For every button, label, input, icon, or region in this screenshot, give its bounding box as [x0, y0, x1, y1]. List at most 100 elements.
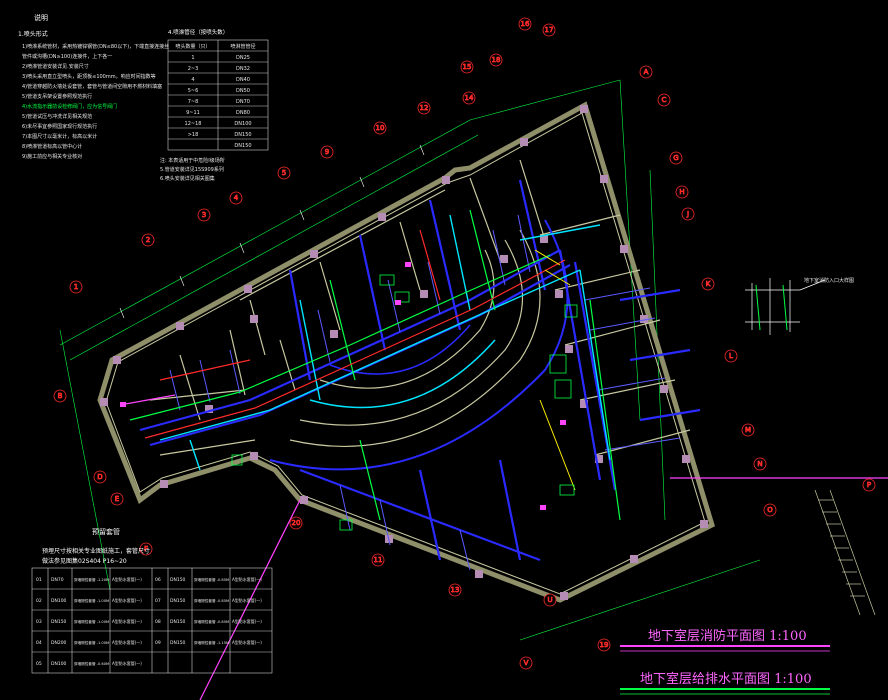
sleeve-r3-no: 03: [36, 619, 42, 625]
sleeve-r4-no2: 09: [155, 640, 161, 646]
note-line-4: 3)喷头采用直立型喷头，距顶板≤100mm，响应时间指数等: [22, 73, 156, 80]
sleeve-r2-dn: DN100: [51, 598, 67, 604]
axis-bubble-5: 5: [277, 166, 291, 180]
axis-bubble-L: L: [724, 349, 738, 363]
axis-bubble-K: K: [701, 277, 715, 291]
pipe-table-header-count: 喷头数量（只）: [175, 43, 210, 50]
pipe-size-table: 4.喷淋管径（按喷头数） 喷头数量（只） 喷淋管管径 1 DN25 2~3 DN…: [160, 28, 269, 182]
sleeve-r3-type2: A型防水套管(一): [232, 618, 262, 624]
building-walls-inner: [105, 112, 706, 595]
axis-bubble-H: H: [675, 185, 689, 199]
axis-bubble-9: 9: [320, 145, 334, 159]
axis-bubble-P: P: [862, 478, 876, 492]
axis-bubble-2: 2: [141, 233, 155, 247]
axis-bubble-18: 18: [489, 53, 503, 67]
axis-bubble-E: E: [110, 492, 124, 506]
sleeve-r1-desc2: 穿墙刚性套管 -0.85M: [194, 577, 229, 582]
axis-bubble-A: A: [639, 65, 653, 79]
sleeve-r4-desc: 穿墙刚性套管 -1.00M: [74, 640, 109, 645]
drawing-titles: 地下室层消防平面图 1:100 地下室层给排水平面图 1:100: [620, 628, 830, 695]
svg-text:O: O: [767, 506, 773, 514]
pipe-row-7-dn: DN100: [234, 121, 251, 127]
pipe-table-header-dn: 喷淋管管径: [230, 43, 255, 50]
svg-text:13: 13: [451, 586, 460, 594]
pipe-table-title: 4.喷淋管径（按喷头数）: [168, 28, 228, 36]
svg-text:B: B: [58, 392, 63, 400]
entrance-detail: 地下室消防入口大样图: [745, 277, 876, 616]
sleeve-r3-dn: DN150: [51, 619, 67, 625]
note-line-10: 7)本图尺寸以毫米计，标高以米计: [22, 133, 97, 140]
fire-plan-title: 地下室层消防平面图 1:100: [648, 628, 807, 644]
sleeve-table-sub1: 预埋尺寸按相关专业图纸施工，套管尺寸: [42, 547, 150, 555]
svg-text:9: 9: [325, 148, 329, 156]
svg-text:3: 3: [202, 211, 206, 219]
sleeve-r1-desc: 穿墙刚性套管 -1.20M: [74, 577, 109, 582]
axis-bubble-O: O: [763, 503, 777, 517]
axis-bubble-17: 17: [542, 23, 556, 37]
sleeve-r4-type2: A型防水套管(一): [232, 639, 262, 645]
sleeve-r2-type2: A型防水套管(一): [232, 597, 262, 603]
axis-bubble-N: N: [753, 457, 767, 471]
pipe-row-6-count: 9~11: [186, 110, 200, 116]
sleeve-r2-no2: 07: [155, 598, 161, 604]
sleeve-r2-dn2: DN150: [170, 598, 186, 604]
axis-bubble-15: 15: [460, 60, 474, 74]
notes-section: 1.喷头形式: [18, 30, 48, 38]
sleeve-r1-type: A型防水套管(一): [112, 576, 142, 582]
svg-text:5: 5: [282, 169, 286, 177]
pipe-row-4-count: 5~6: [188, 88, 199, 94]
pipe-row-3-count: 4: [191, 77, 194, 83]
sleeve-r3-dn2: DN150: [170, 619, 186, 625]
sleeve-r2-no: 02: [36, 598, 42, 604]
sleeve-r2-desc2: 穿墙刚性套管 -0.85M: [194, 598, 229, 603]
svg-text:20: 20: [292, 519, 301, 527]
sprinkler-mains: [139, 179, 701, 562]
pipe-row-4-dn: DN50: [236, 88, 250, 94]
pipe-row-8-dn: DN150: [234, 132, 251, 138]
dimension-lines: [59, 79, 761, 641]
axis-bubble-M: M: [741, 423, 755, 437]
svg-text:N: N: [757, 460, 762, 468]
svg-text:P: P: [867, 481, 871, 489]
svg-text:A: A: [644, 68, 649, 76]
note-line-7: 4)水流指示器前设检修阀门，应为信号阀门: [22, 103, 117, 110]
note-line-6: 5)管道支吊架设置参照规范执行: [22, 93, 92, 100]
svg-text:M: M: [745, 426, 751, 434]
svg-text:11: 11: [374, 556, 383, 564]
svg-text:V: V: [524, 659, 529, 667]
sleeve-r4-type: A型防水套管(一): [112, 639, 142, 645]
pipe-table-footnote-2: 5.管道安装详见15S909系列: [160, 166, 224, 173]
svg-text:17: 17: [545, 26, 554, 34]
axis-bubbles-top: 16 17 18 15 14 12 10 9 5: [277, 17, 556, 180]
pipe-row-1-count: 1: [191, 55, 194, 61]
pipe-row-1-dn: DN25: [236, 55, 250, 61]
pipe-row-3-dn: DN40: [236, 77, 250, 83]
svg-text:4: 4: [234, 194, 239, 202]
pipe-row-2-count: 2~3: [188, 66, 199, 72]
svg-text:K: K: [706, 280, 711, 288]
sleeve-r4-dn2: DN150: [170, 640, 186, 646]
pipe-row-8-count: >18: [188, 132, 199, 138]
svg-text:E: E: [115, 495, 119, 503]
axis-bubble-10: 10: [373, 121, 387, 135]
note-line-8: 5)管道试压与冲洗详见相关规范: [22, 113, 92, 120]
note-line-9: 6)未尽事宜参照国家现行规范执行: [22, 123, 97, 130]
notes-heading: 说明: [34, 13, 48, 22]
sleeve-r5-no: 05: [36, 661, 42, 667]
sleeve-r1-dn2: DN150: [170, 577, 186, 583]
svg-text:18: 18: [492, 56, 501, 64]
svg-text:2: 2: [146, 236, 150, 244]
entrance-detail-note: 地下室消防入口大样图: [804, 277, 854, 284]
pipe-table-footnote-3: 6.喷头安装详见相关图集: [160, 175, 215, 182]
axis-bubble-12: 12: [417, 101, 431, 115]
axis-bubble-1: 1: [69, 280, 83, 294]
sleeve-r1-no: 01: [36, 577, 42, 583]
equipment-symbols: [231, 274, 578, 531]
svg-text:19: 19: [600, 641, 609, 649]
pipe-table-footnote-1: 注: 本表适用于中危险Ⅰ级场所: [160, 157, 225, 164]
sleeve-r5-type: A型防水套管(一): [112, 660, 142, 666]
axis-bubbles-left: 1 2 3 4 B D E F: [53, 191, 243, 556]
pipe-row-5-dn: DN70: [236, 99, 250, 105]
note-line-12: 9)施工前应与相关专业核对: [22, 153, 82, 160]
svg-text:H: H: [679, 188, 684, 196]
